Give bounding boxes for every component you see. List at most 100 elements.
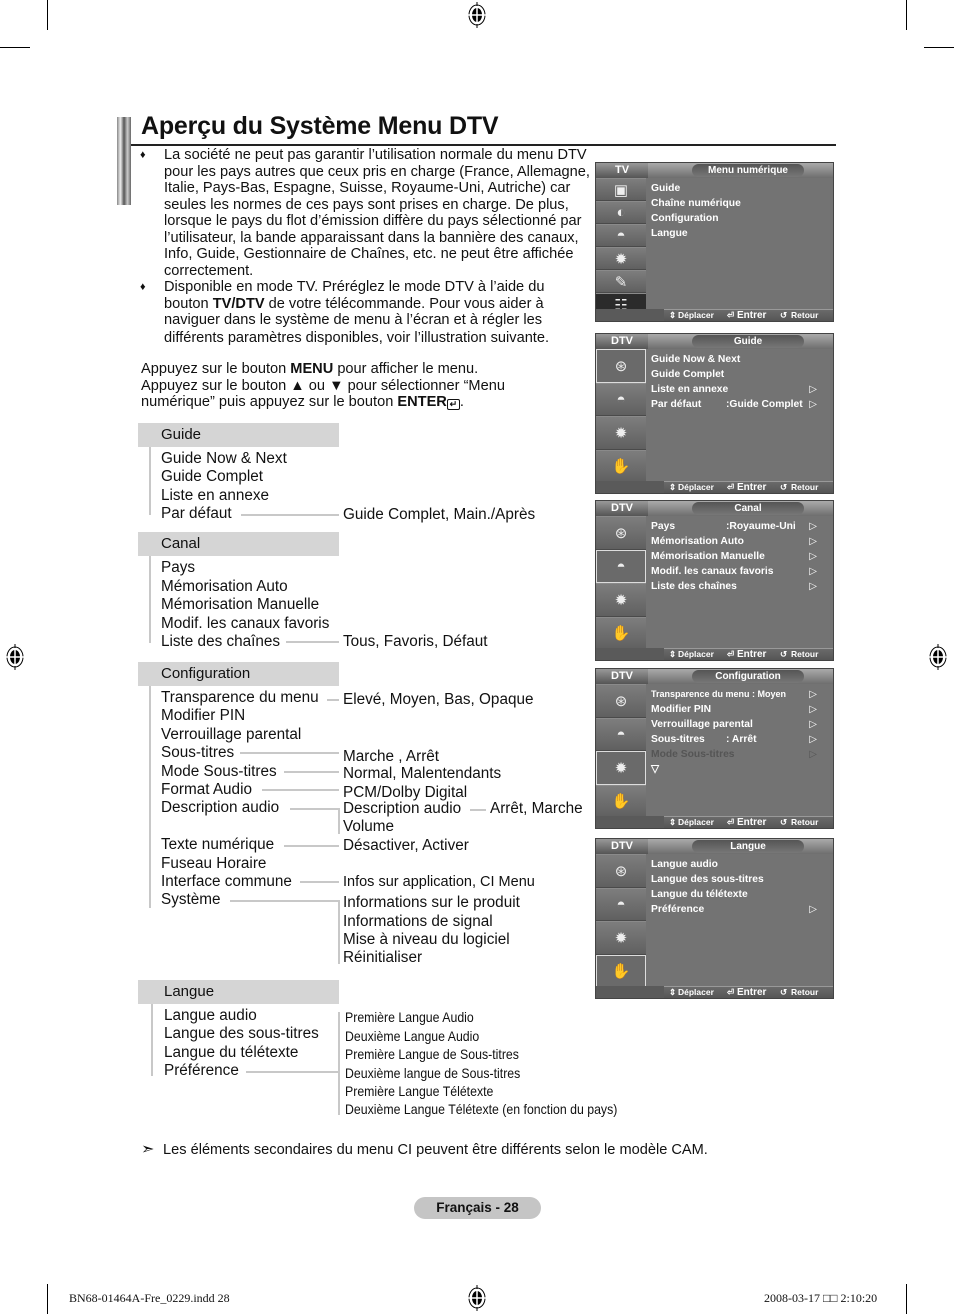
osd-menu-item[interactable]: Chaîne numérique — [651, 196, 829, 211]
channel-dish-icon[interactable]: ◓ — [596, 887, 646, 921]
option-text: Tous, Favoris, Défaut — [343, 633, 488, 650]
tree-connector — [284, 771, 339, 773]
osd-enter-label: Entrer — [737, 310, 767, 321]
osd-menu-item[interactable]: Mémorisation Manuelle ▷ — [651, 549, 829, 564]
osd-enter-label: Entrer — [737, 817, 767, 828]
osd-item-label: Pays — [651, 521, 676, 532]
title-accent-bar — [117, 117, 131, 205]
language-icon[interactable]: ✋ — [596, 449, 646, 483]
osd-menu-title: Configuration — [692, 670, 804, 683]
guide-icon[interactable]: ⊛ — [596, 516, 646, 550]
osd-menu-title: Canal — [692, 502, 804, 515]
osd-item-value: :Royaume-Uni — [726, 521, 796, 532]
osd-item-label: Guide Now & Next — [651, 354, 741, 365]
channel-dish-icon[interactable]: ◓ — [596, 549, 646, 583]
option-text: Marche , Arrêt — [343, 748, 440, 765]
language-icon[interactable]: ✋ — [596, 784, 646, 818]
submenu-arrow-icon: ▷ — [809, 704, 817, 715]
osd-screen: TV Menu numérique ▣ ◐ ◓ ✹ ✎ ☷ Guide Chaîne numéri… — [595, 162, 834, 322]
tree-connector — [470, 809, 486, 811]
return-icon: ↺ — [780, 482, 788, 492]
osd-menu-item[interactable]: Mémorisation Auto ▷ — [651, 534, 829, 549]
crop-mark — [0, 47, 30, 48]
osd-menu-item[interactable]: Sous-titres: Arrêt ▷ — [651, 732, 829, 747]
osd-menu-item[interactable]: Guide Complet — [651, 367, 829, 382]
tree-item: Transparence du menu — [161, 689, 319, 706]
registration-mark-icon — [466, 2, 488, 28]
osd-menu-item[interactable]: Langue des sous-titres — [651, 872, 829, 887]
option-text: Deuxième langue de Sous-titres — [345, 1065, 521, 1081]
channel-dish-icon[interactable]: ◓ — [596, 382, 646, 416]
osd-menu-item[interactable]: Par défaut:Guide Complet ▷ — [651, 397, 829, 412]
channel-dish-icon[interactable]: ◓ — [596, 717, 646, 751]
osd-menu-item[interactable]: Langue du télétexte — [651, 887, 829, 902]
tree-item: Modif. les canaux favoris — [161, 615, 330, 632]
crop-mark — [906, 1284, 907, 1314]
osd-screen: DTV Langue ⊛ ◓ ✹ ✋ Langue audio Langue des sous… — [595, 838, 834, 999]
option-text: Normal, Malentendants — [343, 765, 502, 782]
osd-menu-item[interactable]: Modif. les canaux favoris ▷ — [651, 564, 829, 579]
setup-gear-icon[interactable]: ✹ — [596, 921, 646, 955]
osd-enter-label: Entrer — [737, 987, 767, 998]
bullet-item: ♦ La société ne peut pas garantir l’util… — [140, 147, 590, 279]
osd-menu-item[interactable]: Mode Sous-titres ▷ — [651, 747, 829, 762]
channel-dish-icon[interactable]: ◓ — [596, 224, 646, 247]
osd-footer: ⇕ Déplacer ⏎ Entrer ↺ Retour — [596, 986, 833, 998]
osd-menu-item[interactable]: Langue — [651, 226, 829, 241]
osd-menu-item[interactable]: Guide Now & Next — [651, 352, 829, 367]
osd-menu-item[interactable]: Guide — [651, 181, 829, 196]
instr-text: pour afficher le menu. — [333, 361, 479, 377]
guide-icon[interactable]: ⊛ — [596, 349, 646, 383]
setup-gear-icon[interactable]: ✹ — [596, 583, 646, 617]
osd-menu-item[interactable]: Transparence du menu : Moyen ▷ — [651, 687, 829, 702]
osd-menu-list: Transparence du menu : Moyen ▷ Modifier PI… — [651, 687, 829, 777]
picture-icon[interactable]: ▣ — [596, 178, 646, 201]
move-icon: ⇕ — [669, 310, 677, 320]
osd-move-label: Déplacer — [678, 482, 714, 492]
osd-menu-item[interactable]: ▽ — [651, 762, 829, 777]
tree-item: Texte numérique — [161, 836, 275, 853]
osd-mode-label: DTV — [596, 839, 648, 854]
sound-icon[interactable]: ◐ — [596, 201, 646, 224]
option-text: Infos sur application, CI Menu — [343, 874, 535, 890]
osd-mode-label: TV — [596, 163, 648, 178]
registration-mark-icon — [466, 1285, 488, 1311]
osd-back-label: Retour — [791, 482, 819, 492]
language-icon[interactable]: ✋ — [596, 616, 646, 650]
tree-connector — [241, 514, 339, 516]
section-header-canal: Canal — [138, 532, 339, 556]
guide-icon[interactable]: ⊛ — [596, 854, 646, 888]
osd-menu-item[interactable]: Liste des chaînes ▷ — [651, 579, 829, 594]
submenu-arrow-icon: ▷ — [809, 719, 817, 730]
diamond-bullet-icon: ♦ — [140, 281, 146, 293]
language-icon[interactable]: ✋ — [596, 954, 646, 988]
osd-menu-item[interactable]: Langue audio — [651, 857, 829, 872]
osd-item-value: : Arrêt — [726, 734, 757, 745]
move-icon: ⇕ — [669, 482, 677, 492]
option-text: Première Langue Télétexte — [345, 1083, 494, 1099]
setup-gear-icon[interactable]: ✹ — [596, 416, 646, 450]
input-icon[interactable]: ✎ — [596, 270, 646, 293]
move-icon: ⇕ — [669, 987, 677, 997]
osd-menu-item[interactable]: Pays:Royaume-Uni ▷ — [651, 519, 829, 534]
osd-menu-item[interactable]: Modifier PIN ▷ — [651, 702, 829, 717]
osd-move-label: Déplacer — [678, 310, 714, 320]
enter-icon: ⏎ — [727, 649, 735, 659]
enter-button-name: ENTER — [397, 394, 447, 410]
setup-gear-icon[interactable]: ✹ — [596, 751, 646, 785]
osd-menu-item[interactable]: Configuration — [651, 211, 829, 226]
tree-item: Fuseau Horaire — [161, 855, 267, 872]
guide-icon[interactable]: ⊛ — [596, 684, 646, 718]
registration-mark-icon — [927, 644, 949, 670]
note: ➣ Les éléments secondaires du menu CI peu… — [141, 1139, 708, 1159]
note-text: Les éléments secondaires du menu CI peuv… — [163, 1142, 708, 1158]
osd-menu-title: Menu numérique — [692, 164, 804, 177]
osd-menu-item[interactable]: Préférence ▷ — [651, 902, 829, 917]
bullet-text: Disponible en mode TV. Préréglez le mode… — [164, 279, 590, 329]
setup-gear-icon[interactable]: ✹ — [596, 247, 646, 270]
tree-item: Pays — [161, 559, 196, 576]
osd-menu-item[interactable]: Verrouillage parental ▷ — [651, 717, 829, 732]
osd-menu-item[interactable]: Liste en annexe ▷ — [651, 382, 829, 397]
tree-item: Langue du télétexte — [164, 1044, 299, 1061]
note-arrow-icon: ➣ — [141, 1141, 155, 1158]
